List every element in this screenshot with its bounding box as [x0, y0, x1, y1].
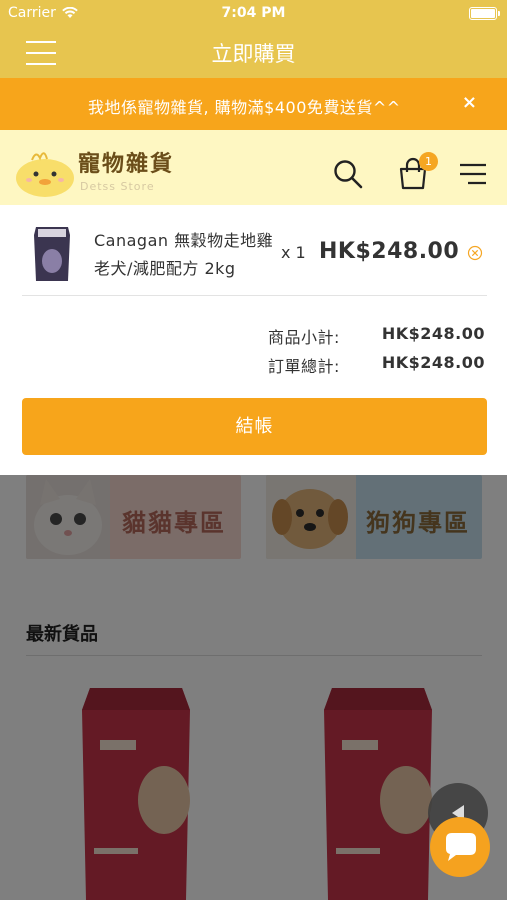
status-bar: Carrier 7:04 PM — [0, 0, 507, 28]
cart-divider — [22, 295, 487, 296]
cart-item-price: HK$248.00 — [319, 239, 460, 264]
checkout-button[interactable]: 結帳 — [22, 398, 487, 455]
page-title: 立即購買 — [211, 42, 296, 66]
promo-banner: 我地係寵物雜貨, 購物滿$400免費送貨^^ × — [0, 78, 507, 130]
search-icon[interactable] — [333, 159, 363, 189]
subtotal-value: HK$248.00 — [381, 324, 485, 343]
product-thumbnail[interactable] — [32, 223, 72, 283]
close-icon[interactable]: × — [462, 92, 477, 113]
logo-subtitle: Detss Store — [80, 180, 155, 193]
cart-dropdown: Canagan 無穀物走地雞老犬/減肥配方 2kg x 1 HK$248.00 … — [0, 205, 507, 475]
chat-button[interactable] — [430, 817, 490, 877]
cart-item-quantity: x 1 — [281, 243, 306, 262]
promo-text: 我地係寵物雜貨, 購物滿$400免費送貨^^ — [88, 98, 401, 117]
cart-count-badge: 1 — [419, 152, 438, 171]
battery-icon — [469, 7, 500, 20]
subtotal-label: 商品小計: — [268, 328, 340, 347]
duck-logo-icon — [16, 152, 74, 197]
remove-item-icon[interactable] — [467, 245, 483, 261]
app-header: 立即購買 — [0, 28, 507, 78]
chat-icon — [446, 833, 476, 861]
total-value: HK$248.00 — [381, 353, 485, 372]
total-label: 訂單總計: — [268, 357, 340, 376]
site-logo[interactable]: 寵物雜貨 Detss Store — [14, 144, 184, 199]
status-time: 7:04 PM — [221, 5, 286, 21]
cart-item-name[interactable]: Canagan 無穀物走地雞老犬/減肥配方 2kg — [94, 227, 279, 283]
logo-name: 寵物雜貨 — [78, 152, 175, 177]
hamburger-icon[interactable] — [459, 163, 487, 185]
